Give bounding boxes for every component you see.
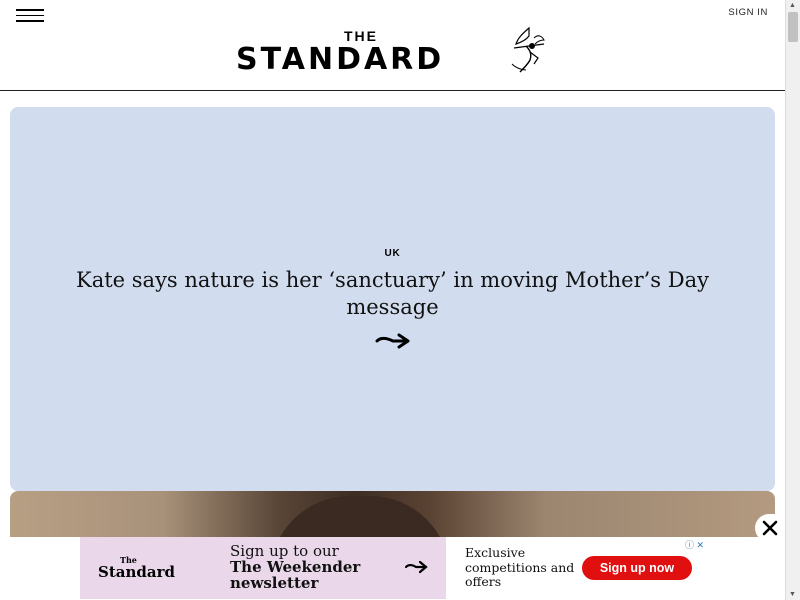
ad-title-line3: newsletter <box>230 574 319 592</box>
hero-headline[interactable]: Kate says nature is her ‘sanctuary’ in m… <box>50 267 735 321</box>
ad-brand-name: Standard <box>98 563 175 581</box>
scrollbar[interactable]: ▲ ▼ <box>785 0 800 600</box>
ad-title-line2: The Weekender <box>230 558 361 576</box>
logo-standard: STANDARD <box>236 42 445 77</box>
newsletter-ad[interactable]: The Standard Sign up to our The Weekende… <box>80 537 706 599</box>
ad-brand-logo: The Standard <box>98 555 208 585</box>
ad-offer-text: Exclusive competitions and offers <box>465 545 575 589</box>
scroll-up-icon[interactable]: ▲ <box>789 2 796 9</box>
site-header: THE STANDARD SIGN IN <box>0 0 786 91</box>
section-kicker[interactable]: UK <box>10 248 775 259</box>
scroll-thumb[interactable] <box>788 12 798 42</box>
ad-choices-icon[interactable]: ⓘ ✕ <box>685 538 704 551</box>
ad-left-panel[interactable]: The Standard Sign up to our The Weekende… <box>80 537 446 599</box>
arrow-right-icon <box>404 560 428 574</box>
scroll-down-icon[interactable]: ▼ <box>789 591 796 598</box>
sign-up-button[interactable]: Sign up now <box>582 556 692 580</box>
arrow-right-icon[interactable] <box>375 331 411 351</box>
site-logo[interactable]: THE STANDARD <box>234 26 554 80</box>
sign-in-link[interactable]: SIGN IN <box>728 7 768 18</box>
ad-title-line1: Sign up to our <box>230 542 339 560</box>
cupid-icon <box>511 26 545 73</box>
ad-title: Sign up to our The Weekender newsletter <box>230 543 360 591</box>
menu-icon[interactable] <box>16 9 44 23</box>
hero-card[interactable]: UK Kate says nature is her ‘sanctuary’ i… <box>10 107 775 491</box>
